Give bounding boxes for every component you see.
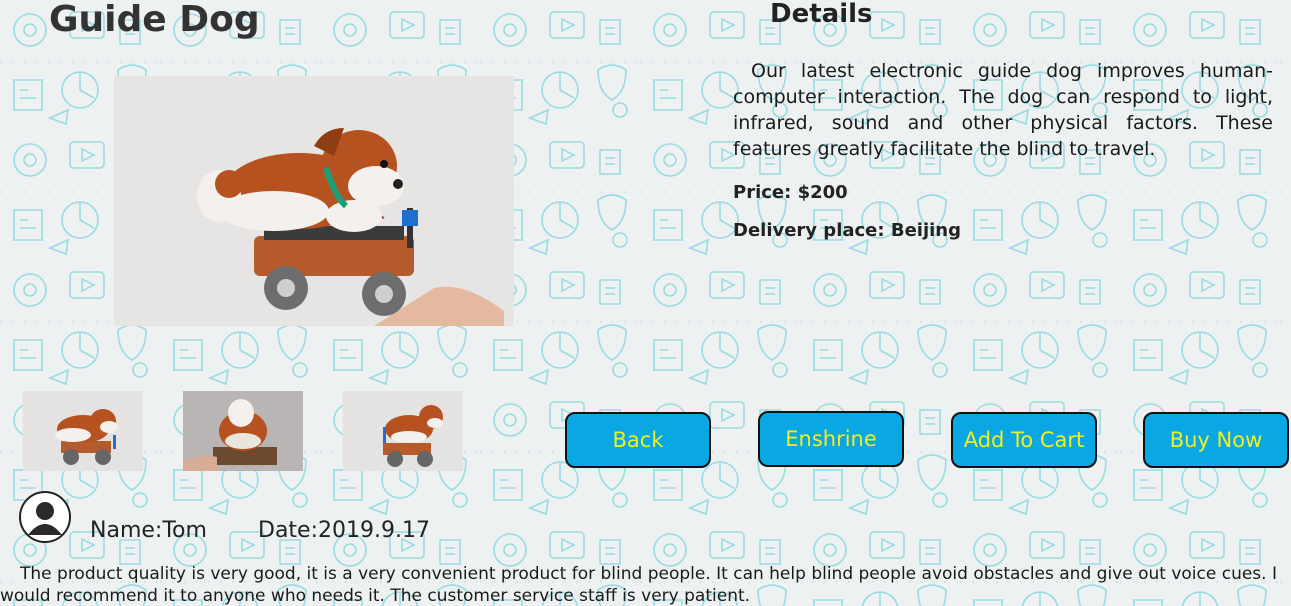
main-product-image xyxy=(114,76,514,326)
add-to-cart-button[interactable]: Add To Cart xyxy=(951,412,1097,468)
delivery-place: Delivery place: Beijing xyxy=(733,220,961,241)
back-button[interactable]: Back xyxy=(565,412,711,468)
product-title: Guide Dog xyxy=(49,0,260,40)
avatar-icon xyxy=(19,491,71,543)
details-heading: Details xyxy=(770,0,873,29)
thumbnail-1[interactable] xyxy=(23,391,143,471)
thumbnail-2[interactable] xyxy=(183,391,303,471)
thumbnail-3[interactable] xyxy=(343,391,463,471)
enshrine-button[interactable]: Enshrine xyxy=(758,411,904,467)
review-date: Date:2019.9.17 xyxy=(258,518,430,543)
buy-now-button[interactable]: Buy Now xyxy=(1143,412,1289,468)
product-price: Price: $200 xyxy=(733,182,848,203)
reviewer-name: Name:Tom xyxy=(90,518,207,543)
product-description: Our latest electronic guide dog improves… xyxy=(733,60,1273,160)
review-text: The product quality is very good, it is … xyxy=(0,564,1277,606)
